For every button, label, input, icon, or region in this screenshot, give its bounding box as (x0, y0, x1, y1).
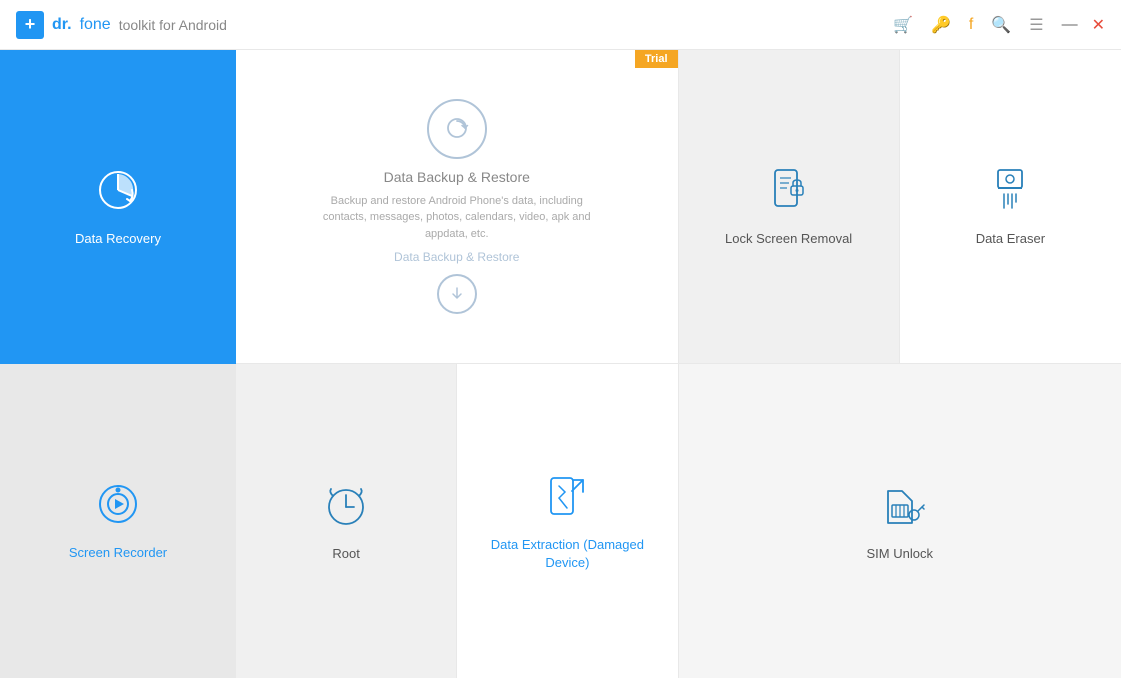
logo: + dr. fone toolkit for Android (16, 11, 227, 39)
facebook-icon[interactable]: f (969, 16, 973, 34)
sim-unlock-label: SIM Unlock (867, 545, 933, 563)
titlebar-icons: 🛒 🔑 f 🔍 ☰ (893, 15, 1044, 35)
data-eraser-label: Data Eraser (976, 230, 1045, 248)
main-layout: Data Recovery Screen Recorder Trial (0, 50, 1121, 678)
backup-card-title: Data Backup & Restore (384, 169, 530, 185)
cart-icon[interactable]: 🛒 (893, 15, 913, 35)
logo-cross: + (16, 11, 44, 39)
data-extraction-label: Data Extraction (Damaged Device) (477, 536, 657, 572)
logo-dr: dr. (52, 16, 72, 34)
data-recovery-icon (96, 168, 140, 221)
card-lock-screen[interactable]: Lock Screen Removal (679, 50, 900, 364)
sidebar-item-data-recovery[interactable]: Data Recovery (0, 50, 236, 364)
data-eraser-icon (984, 164, 1036, 216)
data-extraction-icon (541, 470, 593, 522)
sidebar: Data Recovery Screen Recorder (0, 50, 236, 678)
window-controls: — ✕ (1062, 15, 1105, 35)
card-data-backup[interactable]: Trial Data Backup & Restore Backup and r… (236, 50, 679, 364)
backup-card-description: Backup and restore Android Phone's data,… (317, 193, 597, 243)
lock-screen-icon (763, 164, 815, 216)
search-icon[interactable]: 🔍 (991, 15, 1011, 35)
sim-unlock-icon (874, 479, 926, 531)
screen-recorder-icon (96, 482, 140, 535)
sidebar-item-screen-recorder[interactable]: Screen Recorder (0, 364, 236, 678)
menu-icon[interactable]: ☰ (1029, 15, 1043, 35)
backup-card-sublabel: Data Backup & Restore (394, 250, 519, 264)
close-button[interactable]: ✕ (1092, 15, 1105, 35)
card-sim-unlock[interactable]: SIM Unlock (679, 364, 1121, 678)
download-icon (437, 274, 477, 314)
logo-toolkit: toolkit for Android (119, 17, 227, 33)
backup-circle-icon (427, 99, 487, 159)
logo-fone: fone (80, 16, 111, 34)
titlebar: + dr.fone toolkit for Android 🛒 🔑 f 🔍 ☰ … (0, 0, 1121, 50)
card-root[interactable]: Root (236, 364, 457, 678)
sidebar-item-label-data-recovery: Data Recovery (75, 231, 161, 246)
root-label: Root (332, 545, 359, 563)
trial-badge: Trial (635, 50, 678, 68)
lock-screen-label: Lock Screen Removal (725, 230, 852, 248)
key-icon[interactable]: 🔑 (931, 15, 951, 35)
content-grid: Trial Data Backup & Restore Backup and r… (236, 50, 1121, 678)
card-data-eraser-real[interactable]: Data Eraser (900, 50, 1121, 364)
sidebar-item-label-screen-recorder: Screen Recorder (69, 545, 167, 560)
card-data-extraction[interactable]: Data Extraction (Damaged Device) (457, 364, 678, 678)
root-icon (320, 479, 372, 531)
minimize-button[interactable]: — (1062, 16, 1078, 34)
